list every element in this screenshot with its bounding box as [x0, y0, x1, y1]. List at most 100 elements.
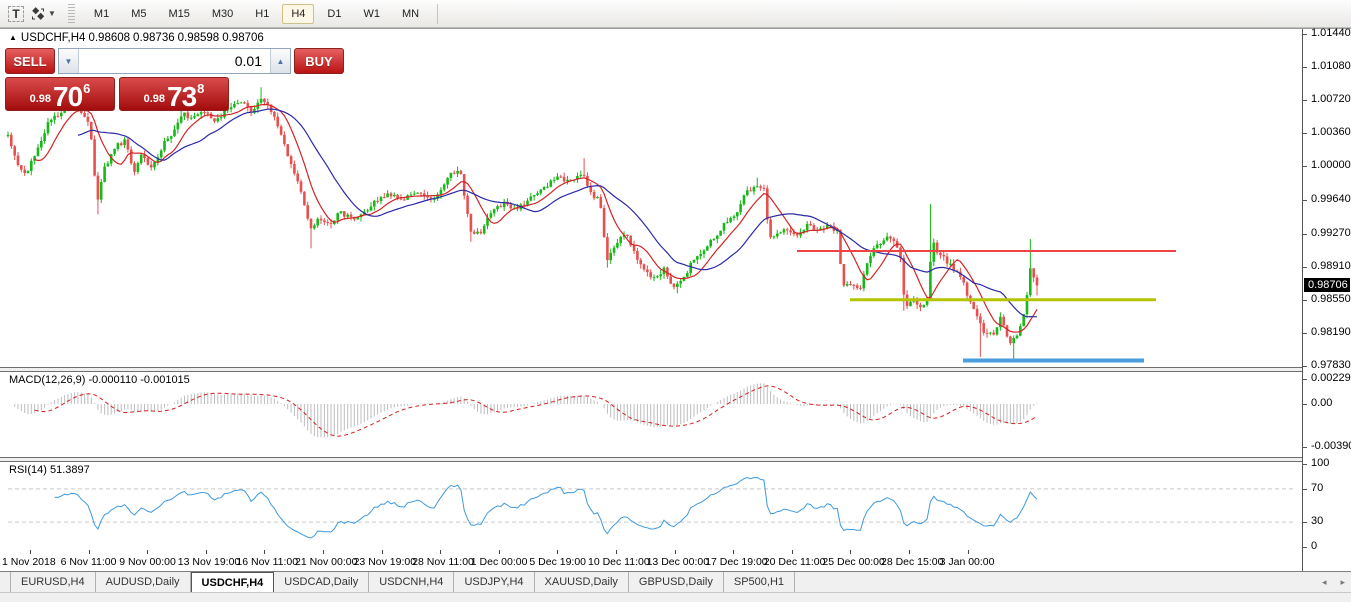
time-label: 17 Dec 19:00	[705, 556, 767, 568]
ohlc-high: 0.98736	[133, 32, 175, 44]
time-label: 9 Nov 00:00	[119, 556, 176, 568]
timeframe-M5[interactable]: M5	[122, 4, 155, 24]
tab-usdjpyh4[interactable]: USDJPY,H4	[454, 572, 534, 592]
rsi-line	[55, 478, 1037, 539]
price-tick-0.98910-tick	[1303, 267, 1307, 268]
tab-usdcaddaily[interactable]: USDCAD,Daily	[274, 572, 369, 592]
buy-button[interactable]: BUY	[294, 48, 344, 74]
macd-panel[interactable]: MACD(12,26,9) -0.000110 -0.001015	[0, 372, 1303, 457]
tab-audusddaily[interactable]: AUDUSD,Daily	[96, 572, 191, 592]
ma-slow-line	[78, 109, 1037, 317]
price-tick-1.01440-tick	[1303, 34, 1307, 35]
price-tick-1.01440: 1.01440	[1311, 27, 1351, 39]
macd-signal-line	[35, 386, 1037, 436]
time-label: 20 Dec 11:00	[764, 556, 826, 568]
rsi-tick-30-tick	[1303, 522, 1307, 523]
time-tick	[264, 550, 265, 554]
tab-usdcnhh4[interactable]: USDCNH,H4	[369, 572, 454, 592]
price-tick-1.01080-tick	[1303, 67, 1307, 68]
collapse-arrow-icon[interactable]: ▲	[9, 33, 17, 42]
main-chart-panel[interactable]: ▲USDCHF,H40.986080.987360.985980.98706 S…	[0, 29, 1303, 367]
sell-price-display[interactable]: 0.98 70 6	[5, 77, 115, 111]
candles	[7, 87, 1039, 358]
price-tick-0.99270-tick	[1303, 234, 1307, 235]
price-axis[interactable]: 1.014401.010801.007201.003601.000000.996…	[1303, 29, 1351, 572]
chart-window: ▲USDCHF,H40.986080.987360.985980.98706 S…	[0, 28, 1351, 571]
price-tick-1.00720: 1.00720	[1311, 93, 1351, 105]
arrows-dropdown-caret-icon[interactable]: ▼	[48, 9, 56, 18]
price-tick-0.98190-tick	[1303, 333, 1307, 334]
volume-stepper: ▼ ▲	[58, 48, 291, 74]
time-tick	[616, 550, 617, 554]
macd-tick--0.003904: -0.003904	[1311, 440, 1351, 452]
time-tick	[323, 550, 324, 554]
timeframe-M30[interactable]: M30	[203, 4, 242, 24]
timeframe-H1[interactable]: H1	[246, 4, 278, 24]
time-label: 3 Jan 00:00	[940, 556, 995, 568]
tab-sp500h1[interactable]: SP500,H1	[724, 572, 795, 592]
time-tick	[909, 550, 910, 554]
one-click-trading-panel: SELL ▼ ▲ BUY 0.98 70 6 0.98 73 8	[5, 48, 229, 111]
sell-button[interactable]: SELL	[5, 48, 55, 74]
toolbar-separator	[437, 4, 438, 24]
price-tick-1.01080: 1.01080	[1311, 60, 1351, 72]
chart-tab-bar: EURUSD,H4AUDUSD,DailyUSDCHF,H4USDCAD,Dai…	[0, 571, 1351, 592]
tab-scroll-right-icon[interactable]: ▸	[1340, 576, 1345, 588]
text-tool-button[interactable]: T	[5, 3, 27, 25]
time-tick	[557, 550, 558, 554]
price-tick-1.00000: 1.00000	[1311, 159, 1351, 171]
symbol-label: USDCHF,H4	[21, 32, 86, 44]
rsi-tick-0-tick	[1303, 547, 1307, 548]
up-arrow-icon: ▲	[277, 57, 285, 66]
time-label: 13 Nov 19:00	[178, 556, 240, 568]
buy-price-big: 73	[167, 86, 196, 109]
arrows-tool-button[interactable]: ▼	[29, 3, 57, 25]
time-tick	[147, 550, 148, 554]
timeframe-H4[interactable]: H4	[282, 4, 314, 24]
status-bar	[0, 592, 1351, 602]
top-toolbar: T ▼ M1M5M15M30H1H4D1W1MN	[0, 0, 1351, 28]
volume-increase-button[interactable]: ▲	[270, 49, 290, 73]
toolbar-grip[interactable]	[68, 4, 75, 24]
timeframe-D1[interactable]: D1	[318, 4, 350, 24]
rsi-canvas[interactable]	[0, 462, 1302, 550]
timeframe-M1[interactable]: M1	[85, 4, 118, 24]
time-label: 5 Dec 19:00	[529, 556, 586, 568]
price-tick-0.99270: 0.99270	[1311, 227, 1351, 239]
time-tick	[440, 550, 441, 554]
macd-tick-0.00: 0.00	[1311, 397, 1332, 409]
time-axis[interactable]: 1 Nov 20186 Nov 11:009 Nov 00:0013 Nov 1…	[0, 550, 1303, 572]
sell-price-big: 70	[53, 86, 82, 109]
macd-tick-0.00-tick	[1303, 404, 1307, 405]
time-label: 6 Nov 11:00	[61, 556, 117, 568]
down-arrow-icon: ▼	[65, 57, 73, 66]
rsi-panel[interactable]: RSI(14) 51.3897	[0, 462, 1303, 550]
tab-usdchfh4[interactable]: USDCHF,H4	[191, 572, 275, 592]
rsi-tick-30: 30	[1311, 515, 1323, 527]
arrows-tool-icon	[30, 6, 46, 22]
tab-eurusdh4[interactable]: EURUSD,H4	[10, 572, 96, 592]
tab-gbpusddaily[interactable]: GBPUSD,Daily	[629, 572, 724, 592]
timeframe-MN[interactable]: MN	[393, 4, 428, 24]
timeframe-W1[interactable]: W1	[354, 4, 389, 24]
tab-scroll-left-icon[interactable]: ◂	[1322, 576, 1327, 588]
price-tick-0.98550: 0.98550	[1311, 293, 1351, 305]
macd-canvas[interactable]	[0, 372, 1302, 457]
rsi-label: RSI(14) 51.3897	[9, 464, 90, 476]
price-tick-0.99640-tick	[1303, 200, 1307, 201]
macd-tick-0.002297: 0.002297	[1311, 372, 1351, 384]
buy-price-display[interactable]: 0.98 73 8	[119, 77, 229, 111]
tab-xauusddaily[interactable]: XAUUSD,Daily	[535, 572, 629, 592]
ma-fast-line	[35, 105, 1037, 333]
time-label: 28 Nov 11:00	[412, 556, 474, 568]
volume-decrease-button[interactable]: ▼	[59, 49, 79, 73]
time-label: 13 Dec 00:00	[647, 556, 709, 568]
price-tick-0.99640: 0.99640	[1311, 193, 1351, 205]
price-tick-1.00720-tick	[1303, 100, 1307, 101]
timeframe-M15[interactable]: M15	[159, 4, 198, 24]
time-tick	[850, 550, 851, 554]
text-tool-icon: T	[8, 6, 23, 22]
macd-label: MACD(12,26,9) -0.000110 -0.001015	[9, 374, 190, 386]
price-tick-0.98190: 0.98190	[1311, 326, 1351, 338]
volume-input[interactable]	[79, 49, 270, 73]
